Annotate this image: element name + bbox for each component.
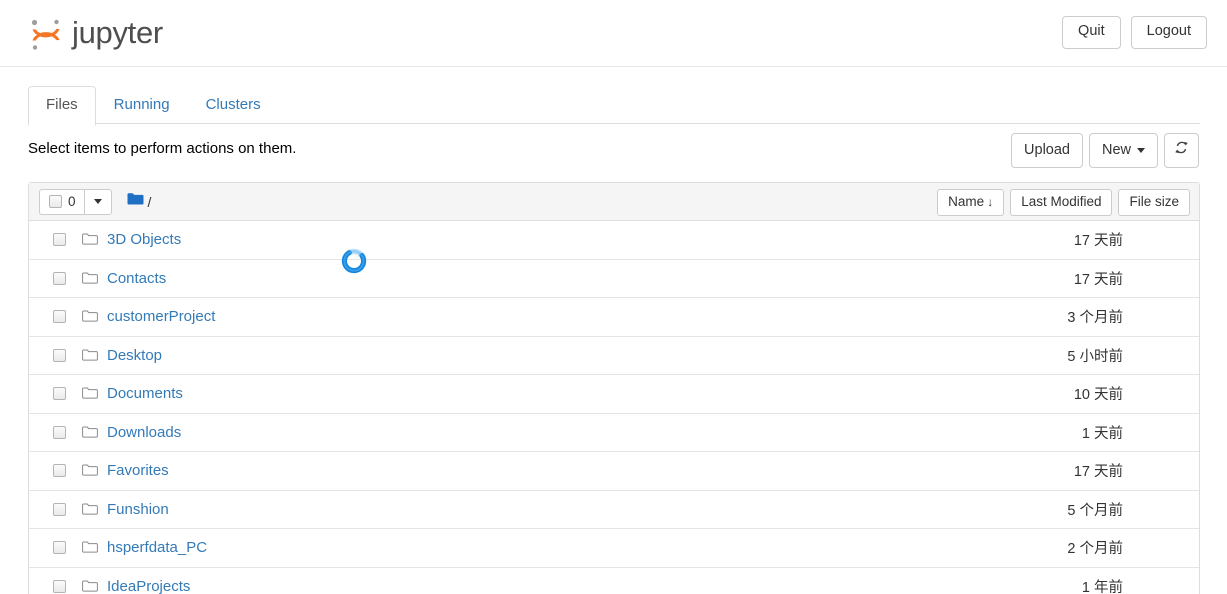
file-name-link[interactable]: customerProject bbox=[107, 308, 215, 325]
file-rows: 3D Objects 17 天前 Contacts 17 天前 customerProj… bbox=[29, 221, 1199, 594]
jupyter-logo[interactable]: jupyter bbox=[27, 12, 163, 56]
folder-icon bbox=[82, 310, 98, 323]
row-checkbox[interactable] bbox=[53, 271, 66, 285]
folder-icon bbox=[82, 541, 98, 554]
file-name-link[interactable]: Favorites bbox=[107, 462, 169, 479]
table-row[interactable]: Documents 10 天前 bbox=[29, 375, 1199, 414]
quit-button[interactable]: Quit bbox=[1062, 16, 1121, 49]
file-modified: 1 天前 bbox=[1081, 425, 1123, 442]
file-modified: 3 个月前 bbox=[1067, 310, 1123, 327]
file-list: 0 / Name ↓ Last Modified File size 3D Obj… bbox=[28, 182, 1200, 594]
select-items-hint: Select items to perform actions on them. bbox=[28, 140, 297, 157]
action-row: Select items to perform actions on them.… bbox=[28, 133, 1199, 175]
file-list-toolbar: 0 / Name ↓ Last Modified File size bbox=[29, 183, 1199, 221]
file-modified: 17 天前 bbox=[1073, 464, 1123, 481]
refresh-button[interactable] bbox=[1164, 133, 1199, 169]
row-checkbox[interactable] bbox=[53, 464, 66, 478]
file-name-link[interactable]: Funshion bbox=[107, 501, 169, 518]
header-button-group: Quit Logout bbox=[1062, 16, 1207, 49]
sort-name-label: Name bbox=[948, 194, 985, 209]
folder-icon bbox=[82, 464, 98, 477]
row-checkbox[interactable] bbox=[53, 233, 66, 247]
page-header: jupyter Quit Logout bbox=[0, 0, 1227, 67]
row-checkbox[interactable] bbox=[53, 348, 66, 362]
file-name-link[interactable]: Desktop bbox=[107, 347, 162, 364]
upload-button-label: Upload bbox=[1024, 141, 1070, 158]
chevron-down-icon bbox=[93, 199, 102, 204]
file-modified: 1 年前 bbox=[1081, 580, 1123, 594]
table-row[interactable]: IdeaProjects 1 年前 bbox=[29, 567, 1199, 594]
file-modified: 17 天前 bbox=[1073, 271, 1123, 288]
tab-clusters[interactable]: Clusters bbox=[188, 86, 279, 126]
file-name-link[interactable]: 3D Objects bbox=[107, 231, 181, 248]
breadcrumb-path[interactable]: / bbox=[148, 194, 152, 210]
row-checkbox[interactable] bbox=[53, 502, 66, 516]
jupyter-logo-icon bbox=[27, 14, 65, 54]
sort-button-group: Name ↓ Last Modified File size bbox=[937, 189, 1190, 217]
table-row[interactable]: 3D Objects 17 天前 bbox=[29, 221, 1199, 260]
row-checkbox[interactable] bbox=[53, 541, 66, 555]
file-name-link[interactable]: Downloads bbox=[107, 424, 181, 441]
tab-item-running: Running bbox=[96, 86, 188, 124]
tab-item-files: Files bbox=[28, 86, 96, 126]
table-row[interactable]: Favorites 17 天前 bbox=[29, 452, 1199, 491]
select-dropdown-button[interactable] bbox=[83, 188, 112, 215]
row-checkbox[interactable] bbox=[53, 387, 66, 401]
tab-files[interactable]: Files bbox=[28, 86, 96, 126]
file-modified: 10 天前 bbox=[1073, 387, 1123, 404]
table-row[interactable]: Downloads 1 天前 bbox=[29, 413, 1199, 452]
file-name-link[interactable]: hsperfdata_PC bbox=[107, 539, 207, 556]
logout-button[interactable]: Logout bbox=[1130, 16, 1207, 49]
sort-by-name-button[interactable]: Name ↓ bbox=[937, 189, 1005, 217]
select-all-checkbox-wrap[interactable]: 0 bbox=[39, 188, 84, 215]
folder-icon bbox=[82, 272, 98, 285]
file-name-link[interactable]: IdeaProjects bbox=[107, 578, 190, 594]
table-row[interactable]: Contacts 17 天前 bbox=[29, 259, 1199, 298]
file-name-link[interactable]: Documents bbox=[107, 385, 183, 402]
new-dropdown-button[interactable]: New bbox=[1088, 133, 1158, 169]
new-button-label: New bbox=[1101, 141, 1131, 158]
folder-icon bbox=[82, 387, 98, 400]
chevron-down-icon bbox=[1137, 147, 1145, 153]
checkbox-unchecked-icon[interactable] bbox=[49, 195, 62, 208]
row-checkbox[interactable] bbox=[53, 425, 66, 439]
table-row[interactable]: customerProject 3 个月前 bbox=[29, 298, 1199, 337]
file-modified: 5 小时前 bbox=[1067, 348, 1123, 365]
folder-icon bbox=[82, 580, 98, 593]
file-modified: 5 个月前 bbox=[1067, 502, 1123, 519]
upload-button[interactable]: Upload bbox=[1011, 133, 1083, 169]
row-checkbox[interactable] bbox=[53, 580, 66, 594]
folder-filled-icon bbox=[127, 192, 144, 211]
sort-by-size-button[interactable]: File size bbox=[1118, 189, 1190, 217]
tab-running[interactable]: Running bbox=[96, 86, 188, 126]
tab-item-clusters: Clusters bbox=[188, 86, 279, 124]
table-row[interactable]: hsperfdata_PC 2 个月前 bbox=[29, 529, 1199, 568]
select-all-group: 0 bbox=[39, 188, 112, 215]
folder-icon bbox=[82, 426, 98, 439]
refresh-icon bbox=[1174, 140, 1189, 160]
folder-icon bbox=[82, 233, 98, 246]
folder-icon bbox=[82, 349, 98, 362]
file-name-link[interactable]: Contacts bbox=[107, 270, 166, 287]
sort-by-modified-button[interactable]: Last Modified bbox=[1010, 189, 1113, 217]
file-modified: 17 天前 bbox=[1073, 233, 1123, 250]
sort-descending-arrow-icon: ↓ bbox=[987, 195, 994, 209]
folder-icon bbox=[82, 503, 98, 516]
selected-count: 0 bbox=[68, 193, 76, 209]
table-row[interactable]: Funshion 5 个月前 bbox=[29, 490, 1199, 529]
jupyter-logo-text: jupyter bbox=[72, 15, 163, 50]
breadcrumb: / bbox=[127, 192, 152, 211]
tab-bar: Files Running Clusters bbox=[0, 86, 1227, 126]
table-row[interactable]: Desktop 5 小时前 bbox=[29, 336, 1199, 375]
action-button-group: Upload New bbox=[1011, 133, 1199, 169]
file-modified: 2 个月前 bbox=[1067, 541, 1123, 558]
row-checkbox[interactable] bbox=[53, 310, 66, 324]
